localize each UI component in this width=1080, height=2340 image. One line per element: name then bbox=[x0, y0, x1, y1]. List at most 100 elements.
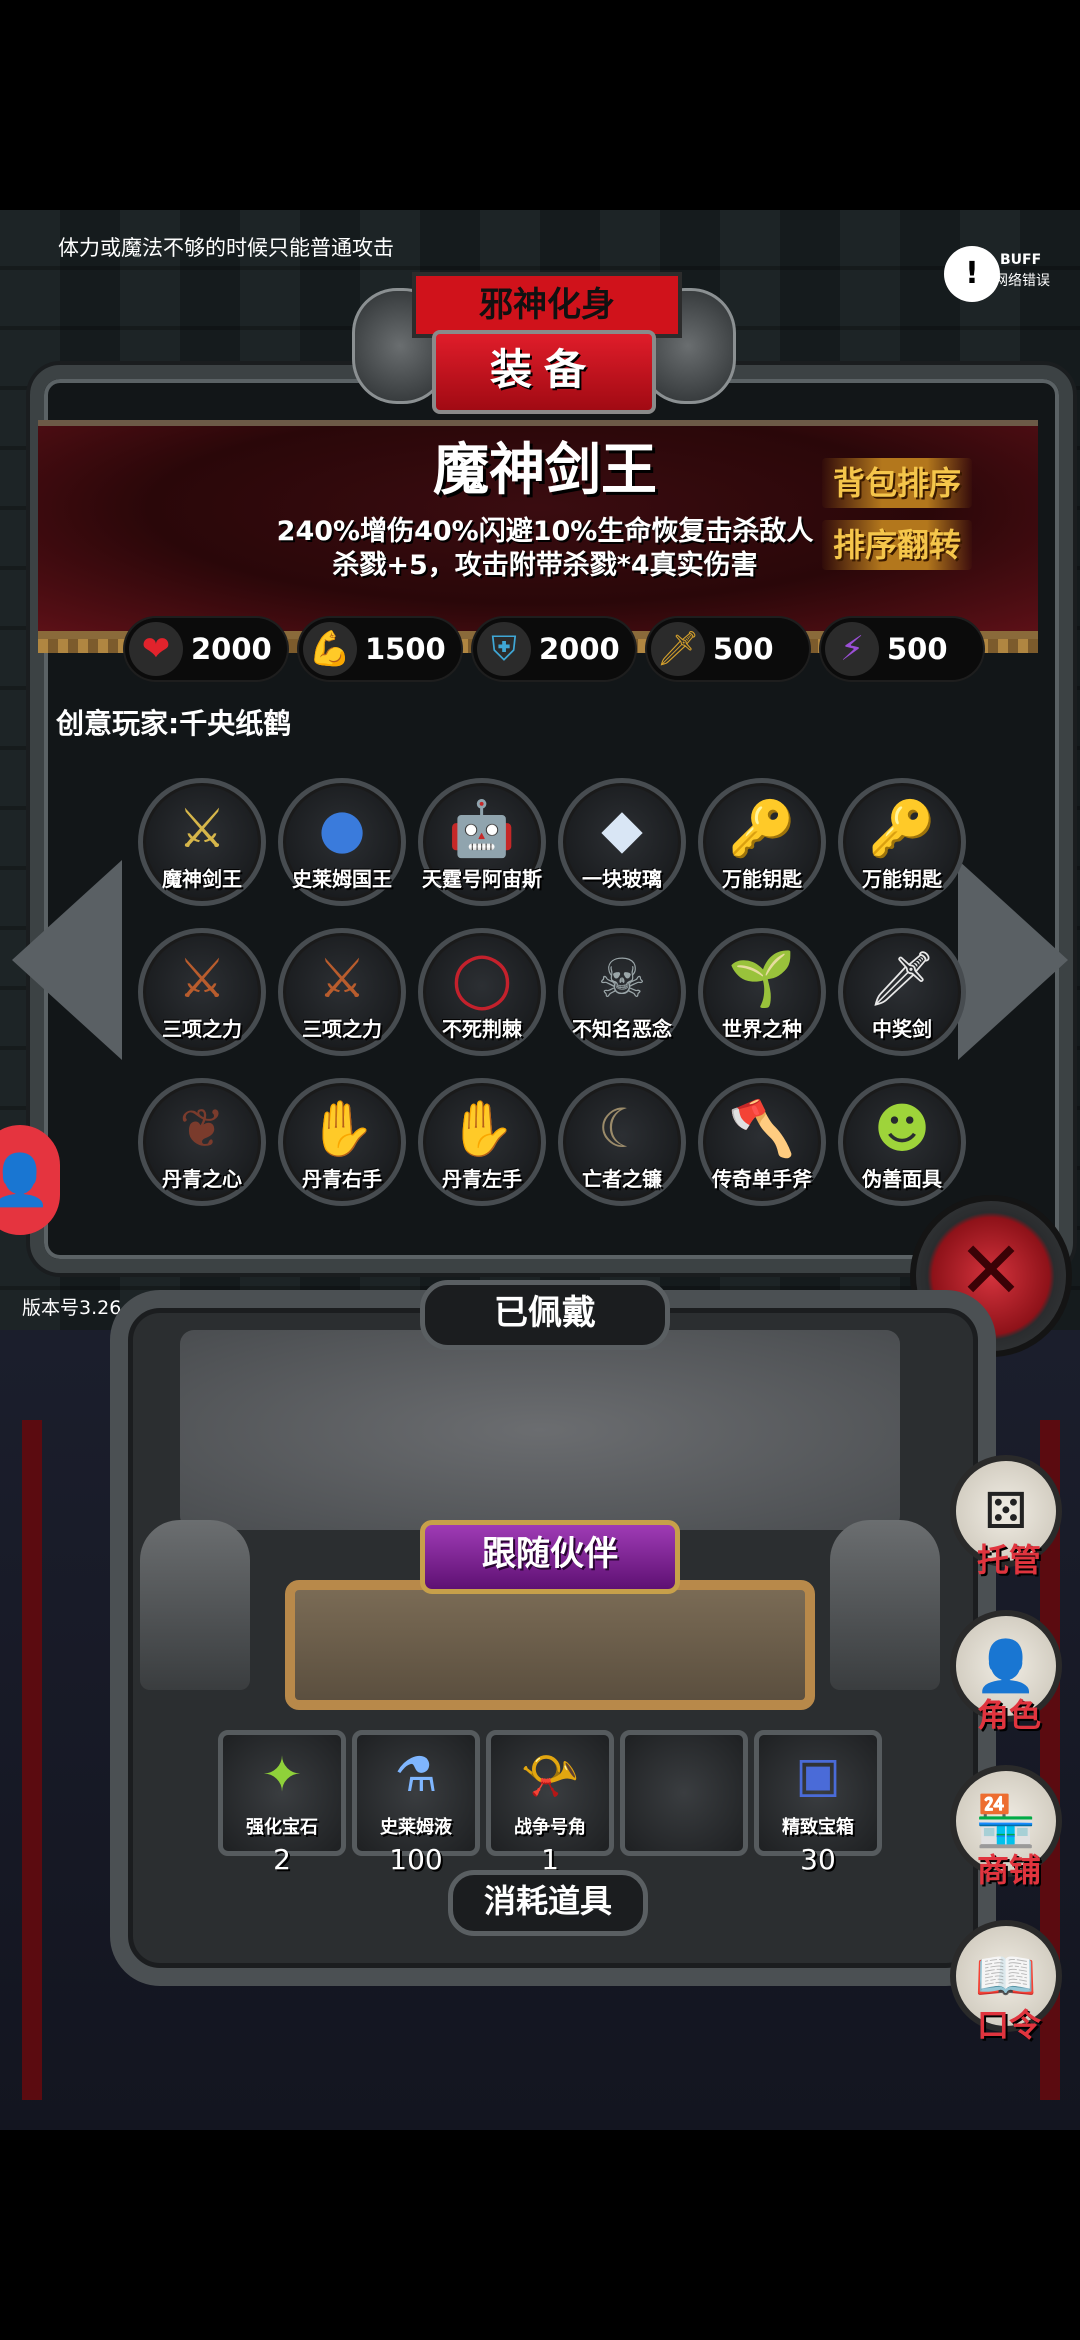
page-title: 装备 bbox=[432, 330, 656, 414]
sort-bag-button[interactable]: 背包排序 bbox=[822, 458, 972, 508]
item-icon: ⚔ bbox=[317, 947, 367, 1010]
item-label: 天霆号阿宙斯 bbox=[422, 867, 542, 891]
inventory-item[interactable]: 🌱 世界之种 bbox=[698, 928, 826, 1056]
stat-sword: 🗡 500 bbox=[647, 618, 809, 680]
item-label: 魔神剑王 bbox=[162, 867, 242, 891]
item-label: 亡者之镰 bbox=[582, 1167, 662, 1191]
item-icon: ✋ bbox=[308, 1097, 376, 1160]
consumable-slot[interactable]: ▣ 精致宝箱 30 bbox=[754, 1730, 882, 1876]
item-icon: ⚔ bbox=[177, 797, 227, 860]
follow-companion-label: 跟随伙伴 bbox=[420, 1520, 680, 1594]
item-label: 史莱姆国王 bbox=[292, 867, 392, 891]
creator-credit: 创意玩家:千央纸鹤 bbox=[56, 707, 292, 740]
item-icon: ☠ bbox=[597, 947, 647, 1010]
stat-shield: ⛨ 2000 bbox=[473, 618, 635, 680]
consumable-label: 精致宝箱 bbox=[782, 1817, 854, 1838]
inventory-item[interactable]: ◯ 不死荆棘 bbox=[418, 928, 546, 1056]
item-label: 三项之力 bbox=[162, 1017, 242, 1041]
item-label: 丹青右手 bbox=[302, 1167, 382, 1191]
inventory-item[interactable]: ☾ 亡者之镰 bbox=[558, 1078, 686, 1206]
item-label: 世界之种 bbox=[722, 1017, 802, 1041]
sort-flip-button[interactable]: 排序翻转 bbox=[822, 520, 972, 570]
item-label: 伪善面具 bbox=[862, 1167, 942, 1191]
consumable-count: 30 bbox=[800, 1843, 836, 1876]
item-icon: 🪓 bbox=[728, 1097, 796, 1160]
item-label: 万能钥匙 bbox=[862, 867, 942, 891]
consumable-label: 战争号角 bbox=[514, 1817, 586, 1838]
item-name: 魔神剑王 bbox=[433, 438, 657, 503]
stat-strength: 💪 1500 bbox=[299, 618, 461, 680]
inventory-item[interactable]: ☠ 不知名恶念 bbox=[558, 928, 686, 1056]
side-menu-label[interactable]: 托管 bbox=[954, 1535, 1064, 1581]
side-menu-label[interactable]: 口令 bbox=[954, 2000, 1064, 2046]
item-icon: ● bbox=[318, 797, 366, 860]
stat-value: 2000 bbox=[191, 632, 272, 666]
consumable-icon: 📯 bbox=[520, 1748, 580, 1804]
item-label: 一块玻璃 bbox=[582, 867, 662, 891]
consumable-slot[interactable]: 📯 战争号角 1 bbox=[486, 1730, 614, 1876]
item-icon: 🤖 bbox=[448, 797, 516, 860]
consumable-icon: ✦ bbox=[261, 1747, 303, 1803]
inventory-item[interactable]: ⚔ 三项之力 bbox=[138, 928, 266, 1056]
inventory-item[interactable]: 🤖 天霆号阿宙斯 bbox=[418, 778, 546, 906]
stats-bar: ❤ 2000 💪 1500 ⛨ 2000 🗡 500 ⚡ 500 bbox=[125, 618, 995, 682]
item-icon: ⚔ bbox=[177, 947, 227, 1010]
strength-icon: 💪 bbox=[303, 622, 357, 676]
item-icon: ◯ bbox=[451, 947, 513, 1010]
item-icon: 🔑 bbox=[728, 797, 796, 860]
inventory-item[interactable]: ✋ 丹青左手 bbox=[418, 1078, 546, 1206]
consumable-slot[interactable]: ✦ 强化宝石 2 bbox=[218, 1730, 346, 1876]
item-label: 丹青左手 bbox=[442, 1167, 522, 1191]
item-icon: 🗡 bbox=[867, 947, 937, 1010]
item-icon: ❦ bbox=[179, 1097, 225, 1160]
inventory-item[interactable]: ⚔ 三项之力 bbox=[278, 928, 406, 1056]
item-label: 不死荆棘 bbox=[442, 1017, 522, 1041]
inventory-item[interactable]: ☻ 伪善面具 bbox=[838, 1078, 966, 1206]
stat-value: 500 bbox=[887, 632, 948, 666]
shield-icon: ⛨ bbox=[477, 622, 531, 676]
item-label: 三项之力 bbox=[302, 1017, 382, 1041]
item-label: 传奇单手斧 bbox=[712, 1167, 812, 1191]
inventory-item[interactable]: ● 史莱姆国王 bbox=[278, 778, 406, 906]
inventory-item[interactable]: ⚔ 魔神剑王 bbox=[138, 778, 266, 906]
stat-value: 500 bbox=[713, 632, 774, 666]
version-label: 版本号3.26 bbox=[22, 1297, 122, 1319]
consumable-icon: ▣ bbox=[795, 1747, 841, 1803]
item-desc-line-2: 杀戮+5，攻击附带杀戮*4真实伤害 bbox=[332, 550, 758, 581]
item-icon: 🔑 bbox=[868, 797, 936, 860]
inventory-item[interactable]: 🔑 万能钥匙 bbox=[698, 778, 826, 906]
side-menu-label[interactable]: 商铺 bbox=[954, 1845, 1064, 1891]
item-label: 万能钥匙 bbox=[722, 867, 802, 891]
inventory-item[interactable]: ✋ 丹青右手 bbox=[278, 1078, 406, 1206]
inventory-item[interactable]: 🔑 万能钥匙 bbox=[838, 778, 966, 906]
empty-consumable-slot[interactable] bbox=[620, 1730, 748, 1856]
item-icon: ☻ bbox=[873, 1097, 931, 1160]
item-icon: ☾ bbox=[597, 1097, 647, 1160]
dragon-statue-right bbox=[830, 1520, 940, 1690]
inventory-item[interactable]: 🪓 传奇单手斧 bbox=[698, 1078, 826, 1206]
sword-icon: 🗡 bbox=[651, 622, 705, 676]
item-label: 丹青之心 bbox=[162, 1167, 242, 1191]
prev-page-arrow-icon[interactable] bbox=[12, 860, 122, 1060]
consumables-row: ✦ 强化宝石 2 ⚗ 史莱姆液 100 📯 战争号角 1 ▣ 精致宝箱 30 bbox=[218, 1730, 918, 1876]
side-menu-label[interactable]: 角色 bbox=[954, 1690, 1064, 1736]
dragon-statue-left bbox=[140, 1520, 250, 1690]
inventory-item[interactable]: ❦ 丹青之心 bbox=[138, 1078, 266, 1206]
hint-text: 体力或魔法不够的时候只能普通攻击 bbox=[58, 236, 394, 260]
equipped-slot-area[interactable] bbox=[180, 1330, 900, 1530]
item-desc-line-1: 240%增伤40%闪避10%生命恢复击杀敌人 bbox=[276, 516, 814, 547]
follow-companion-slot[interactable] bbox=[285, 1580, 815, 1710]
item-label: 不知名恶念 bbox=[572, 1017, 672, 1041]
lightning-icon: ⚡ bbox=[825, 622, 879, 676]
consumables-label: 消耗道具 bbox=[448, 1870, 648, 1936]
consumable-slot[interactable]: ⚗ 史莱姆液 100 bbox=[352, 1730, 480, 1876]
stat-heart: ❤ 2000 bbox=[125, 618, 287, 680]
user-avatar-icon[interactable]: 👤 bbox=[0, 1125, 60, 1235]
buff-indicator[interactable]: ! BUFF 网络错误 bbox=[940, 246, 1050, 316]
stat-value: 2000 bbox=[539, 632, 620, 666]
buff-status: 网络错误 bbox=[994, 273, 1050, 289]
header-subtitle: 邪神化身 bbox=[412, 272, 682, 338]
inventory-item[interactable]: ◆ 一块玻璃 bbox=[558, 778, 686, 906]
buff-label: BUFF bbox=[1000, 252, 1042, 268]
inventory-item[interactable]: 🗡 中奖剑 bbox=[838, 928, 966, 1056]
